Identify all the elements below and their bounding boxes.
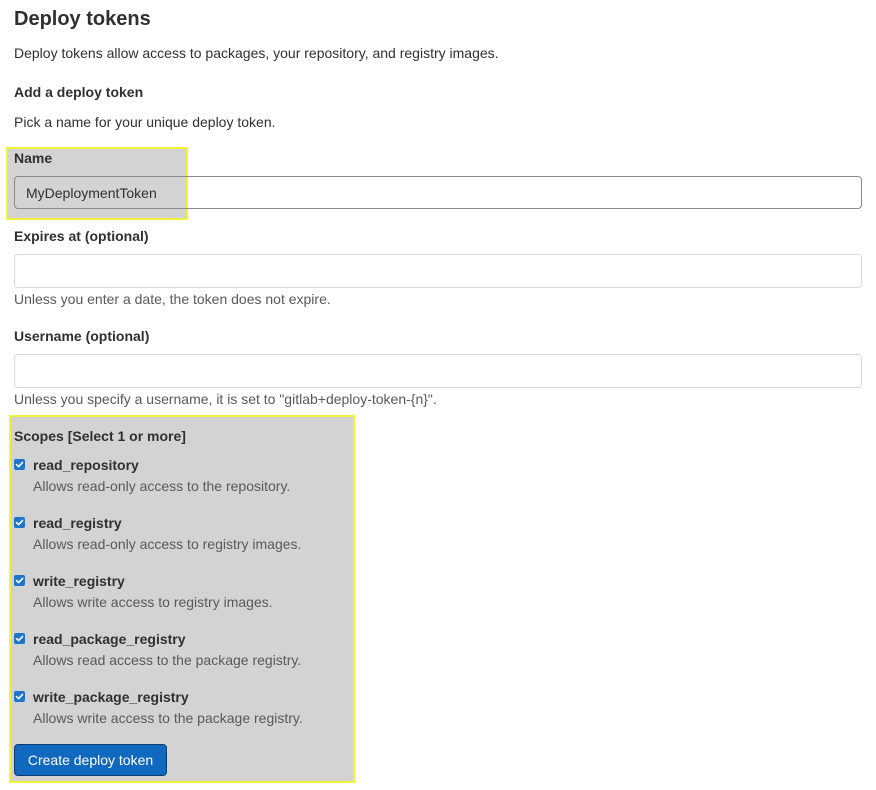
name-input[interactable] xyxy=(14,176,862,209)
checkmark-icon xyxy=(15,577,24,584)
expires-input[interactable] xyxy=(14,254,862,288)
username-input[interactable] xyxy=(14,354,862,388)
scope-description-write-package-registry: Allows write access to the package regis… xyxy=(33,710,303,726)
username-label: Username (optional) xyxy=(14,328,150,344)
scope-checkbox-read-package-registry[interactable] xyxy=(14,633,25,644)
expires-label: Expires at (optional) xyxy=(14,228,149,244)
scope-checkbox-write-package-registry[interactable] xyxy=(14,691,25,702)
name-label: Name xyxy=(14,150,53,166)
scope-name-read-registry[interactable]: read_registry xyxy=(33,515,122,531)
scope-name-write-package-registry[interactable]: write_package_registry xyxy=(33,689,189,705)
scope-description-read-registry: Allows read-only access to registry imag… xyxy=(33,536,302,552)
checkmark-icon xyxy=(15,461,24,468)
scope-description-read-repository: Allows read-only access to the repositor… xyxy=(33,478,291,494)
username-help: Unless you specify a username, it is set… xyxy=(14,391,437,407)
page-description: Deploy tokens allow access to packages, … xyxy=(14,45,499,61)
scope-description-write-registry: Allows write access to registry images. xyxy=(33,594,273,610)
scope-checkbox-write-registry[interactable] xyxy=(14,575,25,586)
scopes-label: Scopes [Select 1 or more] xyxy=(14,428,186,444)
scope-checkbox-read-repository[interactable] xyxy=(14,459,25,470)
checkmark-icon xyxy=(15,635,24,642)
page-title: Deploy tokens xyxy=(14,8,151,30)
form-subtitle-help: Pick a name for your unique deploy token… xyxy=(14,114,276,130)
scope-description-read-package-registry: Allows read access to the package regist… xyxy=(33,652,302,668)
scope-name-read-package-registry[interactable]: read_package_registry xyxy=(33,631,186,647)
checkmark-icon xyxy=(15,693,24,700)
expires-help: Unless you enter a date, the token does … xyxy=(14,291,331,307)
checkmark-icon xyxy=(15,519,24,526)
scope-name-read-repository[interactable]: read_repository xyxy=(33,457,139,473)
form-subtitle: Add a deploy token xyxy=(14,84,144,100)
create-deploy-token-button[interactable]: Create deploy token xyxy=(14,744,167,776)
scope-name-write-registry[interactable]: write_registry xyxy=(33,573,125,589)
scope-checkbox-read-registry[interactable] xyxy=(14,517,25,528)
